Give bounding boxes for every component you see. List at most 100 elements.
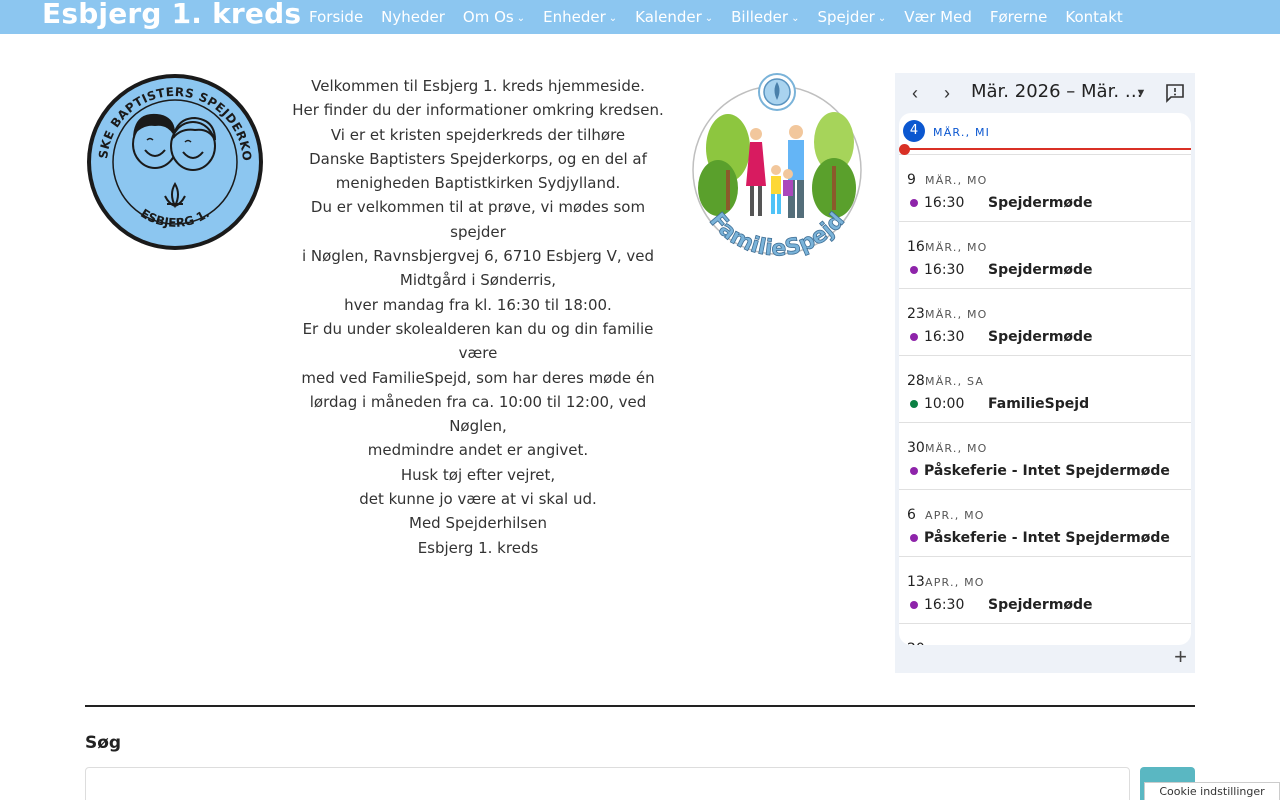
- agenda-day-header[interactable]: 9 MÄR., MO: [907, 169, 988, 188]
- agenda-event[interactable]: 10:00 FamilieSpejd: [910, 396, 1089, 412]
- agenda-event[interactable]: 16:30 Spejdermøde: [910, 597, 1093, 613]
- site-title[interactable]: Esbjerg 1. kreds: [42, 0, 301, 30]
- event-color-dot: [910, 333, 918, 341]
- event-time: 16:30: [924, 329, 965, 345]
- chevron-down-icon: ⌄: [704, 13, 714, 24]
- nav-item-om-os[interactable]: Om Os ⌄: [454, 0, 534, 34]
- welcome-line: Velkommen til Esbjerg 1. kreds hjemmesid…: [311, 77, 645, 95]
- agenda-day-number: 9: [907, 172, 916, 188]
- add-to-calendar-button[interactable]: +: [1174, 645, 1187, 669]
- nav-item-kalender[interactable]: Kalender ⌄: [626, 0, 722, 34]
- agenda-day-number: 6: [907, 507, 916, 523]
- welcome-line: Med Spejderhilsen: [409, 514, 547, 533]
- welcome-line: hver mandag fra kl. 16:30 til 18:00.: [344, 295, 612, 314]
- nav-item-kontakt[interactable]: Kontakt: [1056, 0, 1131, 34]
- nav-item-label: Enheder: [543, 8, 606, 26]
- calendar-agenda-list[interactable]: 4 MÄR., MI 9 MÄR., MO 16:30 Spejdermøde 16MÄ…: [899, 113, 1191, 645]
- main-nav: Forside Nyheder Om Os ⌄ Enheder ⌄ Kalender ⌄ Bil…: [300, 0, 1132, 34]
- welcome-line: i Nøglen, Ravnsbjergvej 6, 6710 Esbjerg …: [301, 247, 654, 266]
- event-title: Spejdermøde: [988, 597, 1093, 613]
- search-input[interactable]: [85, 767, 1130, 800]
- agenda-day: 20APR., MO: [899, 624, 1191, 645]
- dropdown-arrow-icon[interactable]: ▼: [1129, 81, 1153, 105]
- event-time: 10:00: [924, 396, 965, 412]
- nav-item-label: Forside: [309, 8, 364, 26]
- agenda-event[interactable]: 16:30 Spejdermøde: [910, 329, 1093, 345]
- feedback-icon[interactable]: [1163, 81, 1187, 105]
- chevron-left-icon[interactable]: ‹: [903, 81, 927, 105]
- nav-item-label: Kontakt: [1065, 8, 1123, 26]
- agenda-day-header[interactable]: 13APR., MO: [907, 571, 985, 590]
- agenda-day-label: MÄR., MO: [925, 241, 988, 254]
- welcome-line: menigheden Baptistkirken Sydjylland.: [335, 174, 621, 193]
- calendar-range-label[interactable]: Mär. 2026 – Mär. …: [971, 81, 1143, 102]
- event-color-dot: [910, 534, 918, 542]
- agenda-day-header[interactable]: 23MÄR., MO: [907, 303, 988, 322]
- agenda-event[interactable]: Påskeferie - Intet Spejdermøde: [910, 463, 1170, 479]
- welcome-line: Her finder du der informationer omkring …: [292, 101, 664, 120]
- familiespejd-logo: FamilieSpejd: [692, 73, 862, 262]
- welcome-line: Er du under skolealderen kan du og din f…: [302, 319, 654, 363]
- today-date-label: MÄR., MI: [933, 126, 991, 139]
- welcome-line: Midtgård i Sønderris,: [399, 271, 557, 290]
- agenda-day: 16MÄR., MO 16:30 Spejdermøde: [899, 222, 1191, 289]
- agenda-day-header[interactable]: 16MÄR., MO: [907, 236, 988, 255]
- agenda-day: 6 APR., MO Påskeferie - Intet Spejdermøde: [899, 490, 1191, 557]
- scout-corps-logo: DANSKE BAPTISTERS SPEJDERKORPS ESBJERG 1…: [85, 72, 263, 250]
- nav-item-spejder[interactable]: Spejder ⌄: [808, 0, 895, 34]
- agenda-day-label: MÄR., MO: [925, 442, 988, 455]
- nav-item-label: Vær Med: [904, 8, 972, 26]
- welcome-line: Du er velkommen til at prøve, vi mødes s…: [310, 198, 646, 241]
- search-heading: Søg: [85, 733, 122, 753]
- agenda-day-label: MÄR., MO: [925, 308, 988, 321]
- welcome-line: Danske Baptisters Spejderkorps, og en de…: [309, 149, 647, 168]
- agenda-day-header[interactable]: 30MÄR., MO: [907, 437, 988, 456]
- calendar-toolbar: ‹ › Mär. 2026 – Mär. … ▼: [895, 73, 1195, 113]
- agenda-today-row: 4 MÄR., MI: [899, 113, 1191, 155]
- chevron-right-icon[interactable]: ›: [935, 81, 959, 105]
- agenda-day-label: APR., MO: [925, 643, 985, 645]
- chevron-down-icon: ⌄: [608, 13, 618, 24]
- event-color-dot: [910, 266, 918, 274]
- agenda-day-header[interactable]: 20APR., MO: [907, 638, 985, 645]
- agenda-day: 9 MÄR., MO 16:30 Spejdermøde: [899, 155, 1191, 222]
- event-color-dot: [910, 601, 918, 609]
- event-time: 16:30: [924, 597, 965, 613]
- event-title: Påskeferie - Intet Spejdermøde: [924, 463, 1170, 479]
- welcome-line: med ved FamilieSpejd, som har deres møde…: [301, 368, 655, 387]
- nav-item-forside[interactable]: Forside: [300, 0, 372, 34]
- chevron-down-icon: ⌄: [791, 13, 800, 24]
- nav-item-billeder[interactable]: Billeder ⌄: [722, 0, 808, 34]
- welcome-line: det kunne jo være at vi skal ud.: [359, 490, 597, 509]
- agenda-day: 30MÄR., MO Påskeferie - Intet Spejdermøde: [899, 423, 1191, 490]
- cookie-settings-button[interactable]: Cookie indstillinger: [1144, 782, 1280, 800]
- agenda-day-number: 23: [907, 306, 925, 322]
- nav-item-førerne[interactable]: Førerne: [981, 0, 1057, 34]
- agenda-day-number: 28: [907, 373, 925, 389]
- event-time: 16:30: [924, 262, 965, 278]
- welcome-line: lørdag i måneden fra ca. 10:00 til 12:00…: [309, 392, 647, 436]
- agenda-event[interactable]: 16:30 Spejdermøde: [910, 195, 1093, 211]
- event-title: Påskeferie - Intet Spejdermøde: [924, 530, 1170, 546]
- agenda-event[interactable]: Påskeferie - Intet Spejdermøde: [910, 530, 1170, 546]
- nav-item-vær-med[interactable]: Vær Med: [895, 0, 981, 34]
- nav-item-nyheder[interactable]: Nyheder: [372, 0, 454, 34]
- event-title: Spejdermøde: [988, 262, 1093, 278]
- event-title: Spejdermøde: [988, 329, 1093, 345]
- agenda-day-header[interactable]: 6 APR., MO: [907, 504, 985, 523]
- google-calendar-widget: ‹ › Mär. 2026 – Mär. … ▼ 4 MÄR., MI 9 MÄR…: [895, 73, 1195, 673]
- nav-item-enheder[interactable]: Enheder ⌄: [534, 0, 626, 34]
- header-bar: Esbjerg 1. kreds Forside Nyheder Om Os ⌄ Enh…: [0, 0, 1280, 34]
- nav-item-label: Billeder: [731, 8, 789, 26]
- today-date-badge[interactable]: 4: [903, 120, 925, 142]
- agenda-event[interactable]: 16:30 Spejdermøde: [910, 262, 1093, 278]
- chevron-down-icon: ⌄: [877, 13, 887, 24]
- nav-item-label: Nyheder: [381, 8, 445, 26]
- event-color-dot: [910, 467, 918, 475]
- nav-item-label: Kalender: [635, 8, 702, 26]
- agenda-day-label: MÄR., MO: [925, 174, 988, 187]
- nav-item-label: Førerne: [989, 8, 1048, 26]
- agenda-day-header[interactable]: 28MÄR., SA: [907, 370, 984, 389]
- agenda-day-number: 13: [907, 574, 925, 590]
- welcome-text: Velkommen til Esbjerg 1. kreds hjemmesid…: [286, 74, 670, 560]
